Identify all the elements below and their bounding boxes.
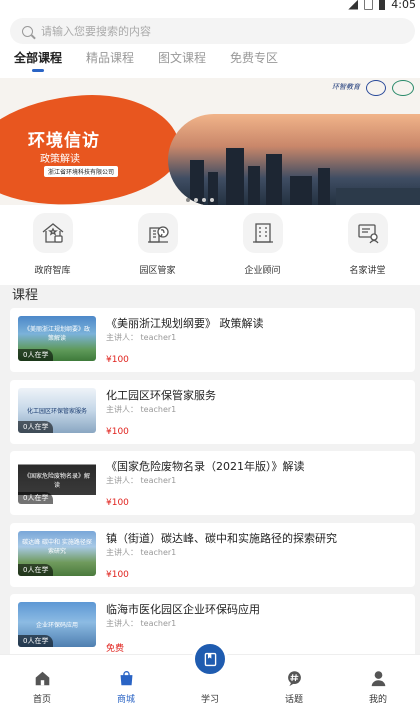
tab-mine[interactable]: 我的 — [336, 655, 420, 711]
tab-text-courses[interactable]: 图文课程 — [158, 48, 206, 74]
quick-link-label: 园区管家 — [139, 266, 176, 276]
tab-label: 我的 — [368, 695, 387, 705]
tab-all-courses[interactable]: 全部课程 — [14, 48, 62, 74]
banner-subtitle: 政策解读 — [40, 154, 80, 165]
course-list: 《美丽浙江规划纲要》政策解读 0人在学 《美丽浙江规划纲要》 政策解读 主讲人：… — [10, 308, 415, 666]
promo-banner[interactable]: 环境信访 政策解读 浙江省环境科技有限公司 环智教育 — [0, 78, 420, 205]
enterprise-building-icon — [242, 213, 283, 253]
thumbnail-caption: 企业环保码应用 — [35, 622, 78, 629]
course-price: 免费 — [106, 644, 125, 654]
institute-logo-icon — [392, 80, 414, 96]
search-icon — [22, 25, 33, 37]
course-price: ¥100 — [106, 355, 129, 365]
home-icon — [35, 671, 49, 686]
thumbnail-caption: 碳达峰 碳中和 实施路径探索研究 — [22, 538, 92, 555]
book-icon — [204, 652, 216, 666]
tab-free-zone[interactable]: 免费专区 — [230, 48, 278, 74]
quick-link-lecture[interactable]: 名家讲堂 — [315, 205, 420, 285]
status-time: 4:05 — [391, 0, 416, 11]
tab-label: 首页 — [32, 695, 51, 705]
course-lecturer: 主讲人： teacher1 — [106, 333, 177, 342]
section-title: 课程 — [12, 288, 39, 303]
tab-study[interactable]: 学习 — [168, 641, 252, 711]
course-title: 临海市医化园区企业环保码应用 — [106, 603, 260, 616]
course-card[interactable]: 《美丽浙江规划纲要》政策解读 0人在学 《美丽浙江规划纲要》 政策解读 主讲人：… — [10, 308, 415, 372]
search-input[interactable] — [41, 24, 361, 38]
quick-link-enterprise[interactable]: 企业顾问 — [210, 205, 315, 285]
course-title: 《美丽浙江规划纲要》 政策解读 — [106, 317, 264, 330]
course-lecturer: 主讲人： teacher1 — [106, 619, 177, 628]
course-lecturer: 主讲人： teacher1 — [106, 476, 177, 485]
status-icons: 4:05 — [348, 0, 416, 11]
course-thumbnail: 企业环保码应用 0人在学 — [18, 602, 96, 647]
course-title: 镇（街道）碳达峰、碳中和实施路径的探索研究 — [106, 531, 337, 545]
course-thumbnail: 《美丽浙江规划纲要》政策解读 0人在学 — [18, 316, 96, 361]
quick-link-park[interactable]: 园区管家 — [105, 205, 210, 285]
course-card[interactable]: 《国家危险废物名录》解读 0人在学 《国家危险废物名录（2021年版）》解读 主… — [10, 451, 415, 515]
banner-pagination — [186, 198, 214, 202]
shopping-bag-icon — [120, 671, 132, 686]
course-price: ¥100 — [106, 569, 129, 580]
course-lecturer: 主讲人： teacher1 — [106, 547, 177, 557]
quick-link-label: 政府智库 — [34, 266, 71, 276]
lecture-board-icon — [347, 213, 388, 253]
tab-label: 商城 — [116, 695, 135, 705]
tab-topic[interactable]: 话题 — [252, 655, 336, 711]
user-icon — [371, 671, 385, 687]
learner-count-badge: 0人在学 — [18, 635, 54, 647]
status-bar: 4:05 — [0, 0, 420, 12]
study-bubble — [192, 641, 228, 677]
thumbnail-caption: 《美丽浙江规划纲要》政策解读 — [23, 326, 90, 342]
banner-headline: 环境信访 — [28, 131, 100, 151]
topic-icon — [287, 671, 301, 687]
quick-links: 政府智库 园区管家 企业顾问 名家讲堂 — [0, 205, 420, 285]
course-title: 《国家危险废物名录（2021年版）》解读 — [106, 460, 305, 473]
quick-link-label: 企业顾问 — [244, 266, 281, 276]
no-sim-icon — [364, 0, 374, 10]
course-lecturer: 主讲人： teacher1 — [106, 404, 177, 414]
learner-count-badge: 0人在学 — [18, 420, 54, 433]
signal-icon — [348, 0, 359, 10]
course-price: ¥100 — [106, 426, 129, 437]
learner-count-badge: 0人在学 — [18, 492, 54, 504]
tab-label: 学习 — [200, 695, 219, 705]
course-card[interactable]: 碳达峰 碳中和 实施路径探索研究 0人在学 镇（街道）碳达峰、碳中和实施路径的探… — [10, 522, 415, 587]
course-card[interactable]: 化工园区环保管家服务 0人在学 化工园区环保管家服务 主讲人： teacher1… — [10, 379, 415, 444]
tab-home[interactable]: 首页 — [0, 655, 84, 711]
banner-city-image — [168, 114, 420, 205]
course-title: 化工园区环保管家服务 — [106, 388, 216, 402]
banner-company: 浙江省环境科技有限公司 — [44, 166, 119, 177]
tab-premium-courses[interactable]: 精品课程 — [86, 48, 134, 74]
battery-icon — [379, 0, 386, 10]
quick-link-label: 名家讲堂 — [349, 266, 386, 276]
thumbnail-caption: 化工园区环保管家服务 — [26, 407, 87, 415]
course-thumbnail: 《国家危险废物名录》解读 0人在学 — [18, 459, 96, 504]
tab-mall[interactable]: 商城 — [84, 655, 168, 711]
course-price: ¥100 — [106, 498, 129, 508]
quick-link-government[interactable]: 政府智库 — [0, 205, 105, 285]
park-building-icon — [137, 213, 178, 253]
government-house-icon — [32, 213, 73, 253]
learner-count-badge: 0人在学 — [18, 563, 54, 576]
course-thumbnail: 化工园区环保管家服务 0人在学 — [18, 387, 96, 433]
thumbnail-caption: 《国家危险废物名录》解读 — [23, 473, 90, 489]
learner-count-badge: 0人在学 — [18, 349, 54, 361]
course-thumbnail: 碳达峰 碳中和 实施路径探索研究 0人在学 — [18, 530, 96, 576]
tab-label: 话题 — [284, 695, 303, 705]
header: 全部课程 精品课程 图文课程 免费专区 — [0, 12, 420, 78]
search-bar[interactable] — [10, 18, 415, 44]
category-tabs: 全部课程 精品课程 图文课程 免费专区 — [14, 48, 278, 74]
bottom-tab-bar: 首页 商城 学习 话题 我的 — [0, 641, 420, 711]
banner-brand: 环智教育 — [332, 83, 360, 91]
university-logo-icon — [366, 80, 386, 96]
